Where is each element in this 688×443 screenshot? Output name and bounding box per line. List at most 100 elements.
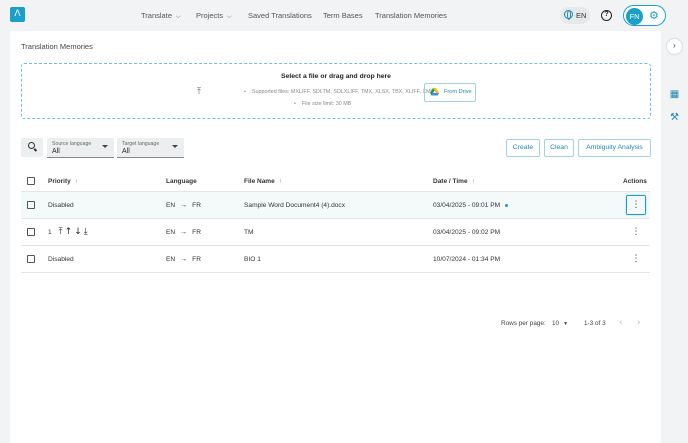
dropdown-arrow-icon (172, 145, 178, 148)
nav-translate[interactable]: Translate ⌵ (141, 0, 181, 31)
expand-panel-button[interactable]: › (667, 39, 682, 54)
row-checkbox[interactable] (27, 228, 35, 236)
move-down-icon[interactable]: ↓ (74, 227, 82, 237)
target-lang: FR (192, 201, 201, 209)
row-language: EN → FR (166, 246, 201, 272)
file-dropzone[interactable]: Select a file or drag and drop here ⤒ • S… (21, 63, 651, 119)
target-language-value: All (122, 148, 130, 155)
user-menu[interactable]: FN ⚙ (623, 5, 666, 26)
chevron-right-icon: › (673, 41, 676, 50)
row-file-name: Sample Word Document4 (4).docx (244, 201, 346, 209)
target-language-label: Target language (122, 141, 160, 147)
table-row[interactable]: Disabled EN → FR BIO 1 10/07/2024 - 01:34 … (21, 246, 650, 273)
app-logo-icon[interactable]: Λ (10, 7, 25, 22)
source-language-label: Source language (52, 141, 92, 147)
search-button[interactable] (21, 138, 43, 157)
table-header-row: Priority ↑ Language File Name ↑ Date / Tim… (21, 171, 650, 192)
arrow-right-icon: → (180, 255, 188, 263)
file-size-text: • File size limit: 30 MB (294, 101, 352, 107)
clean-button[interactable]: Clean (544, 139, 574, 157)
globe-icon (564, 10, 573, 20)
source-lang: EN (166, 228, 176, 236)
row-language: EN → FR (166, 219, 201, 245)
prev-page-icon[interactable]: ‹ (619, 318, 623, 328)
header-actions: Actions (623, 177, 647, 185)
source-language-select[interactable]: Source language All (47, 138, 114, 158)
row-date: 03/04/2025 - 09:01 PM (433, 192, 509, 218)
page-title: Translation Memories (21, 42, 93, 51)
table-row[interactable]: Disabled EN → FR Sample Word Document4 (4)… (21, 192, 650, 219)
row-language: EN → FR (166, 192, 201, 218)
sort-arrow-icon: ↑ (471, 177, 475, 185)
source-lang: EN (166, 201, 176, 209)
header-date-time-label: Date / Time (433, 177, 468, 185)
help-icon[interactable]: ? (601, 10, 612, 21)
create-button[interactable]: Create (506, 139, 540, 157)
row-file-name: BIO 1 (244, 255, 261, 263)
nav-projects-label: Projects (196, 11, 224, 20)
top-bar: Λ Translate ⌵ Projects ⌵ Saved Translation… (0, 0, 688, 31)
language-switcher[interactable]: EN (560, 7, 590, 24)
move-to-top-icon[interactable]: ⤒ (59, 227, 63, 237)
rows-per-page-select[interactable]: 10 ▼ (552, 320, 568, 327)
row-actions-menu-icon[interactable]: ⋮ (626, 222, 646, 242)
target-lang: FR (192, 228, 201, 236)
header-file-name-label: File Name (244, 177, 275, 185)
from-drive-label: From Drive (444, 89, 472, 95)
upload-icon: ⤒ (197, 87, 201, 97)
ambiguity-analysis-button[interactable]: Ambiguity Analysis (578, 139, 651, 157)
from-drive-button[interactable]: From Drive (424, 83, 476, 102)
translate-panel-icon[interactable]: ▦ (669, 89, 680, 100)
row-actions-menu-icon[interactable]: ⋮ (626, 249, 646, 269)
file-size-label: File size limit: 30 MB (301, 101, 352, 107)
rows-per-page-value: 10 (552, 320, 560, 327)
search-icon (28, 142, 35, 149)
table-row[interactable]: 1 ⤒ ↑ ↓ ⤓ EN → FR TM 03/04/2025 - 09:02 PM… (21, 219, 650, 246)
select-all-checkbox[interactable] (27, 177, 35, 185)
gear-icon[interactable]: ⚙ (649, 9, 659, 23)
header-file-name[interactable]: File Name ↑ (244, 171, 282, 191)
lab-flask-icon[interactable]: ⚒ (669, 112, 680, 123)
row-file-name: TM (244, 228, 254, 236)
header-priority[interactable]: Priority ↑ (48, 171, 78, 191)
row-actions-menu-icon[interactable]: ⋮ (626, 195, 646, 215)
supported-files-text: • Supported files: MXLIFF, SDLTM, SDLXLIF… (244, 89, 434, 95)
next-page-icon[interactable]: › (637, 318, 641, 328)
nav-translate-label: Translate (141, 11, 172, 20)
language-code: EN (576, 11, 587, 20)
nav-translation-memories[interactable]: Translation Memories (375, 0, 447, 31)
row-checkbox[interactable] (27, 255, 35, 263)
move-up-icon[interactable]: ↑ (65, 227, 73, 237)
sort-arrow-icon: ↑ (74, 177, 79, 185)
move-to-bottom-icon[interactable]: ⤓ (84, 227, 88, 237)
row-priority: Disabled (48, 201, 74, 209)
nav-saved-translations[interactable]: Saved Translations (248, 0, 312, 31)
arrow-right-icon: → (180, 201, 188, 209)
row-priority: Disabled (48, 255, 74, 263)
row-checkbox[interactable] (27, 201, 35, 209)
arrow-right-icon: → (180, 228, 188, 236)
source-language-value: All (52, 148, 60, 155)
chevron-down-icon: ⌵ (176, 14, 181, 20)
rows-per-page-label: Rows per page: (501, 320, 546, 327)
nav-term-bases[interactable]: Term Bases (323, 0, 363, 31)
avatar[interactable]: FN (626, 7, 643, 25)
header-priority-label: Priority (48, 177, 71, 185)
chevron-down-icon: ⌵ (227, 14, 232, 20)
row-date: 03/04/2025 - 09:02 PM (433, 228, 501, 236)
target-lang: FR (192, 255, 201, 263)
row-priority: 1 ⤒ ↑ ↓ ⤓ (48, 219, 88, 245)
supported-files-label: Supported files: MXLIFF, SDLTM, SDLXLIFF… (251, 89, 434, 95)
dropdown-arrow-icon (102, 145, 108, 148)
target-language-select[interactable]: Target language All (117, 138, 184, 158)
pagination-range: 1-3 of 3 (584, 320, 606, 327)
nav-projects[interactable]: Projects ⌵ (196, 0, 232, 31)
source-lang: EN (166, 255, 176, 263)
header-date-time[interactable]: Date / Time ↑ (433, 171, 475, 191)
main-card: Translation Memories Select a file or dr… (10, 31, 661, 443)
row-date: 10/07/2024 - 01:34 PM (433, 255, 501, 263)
status-dot-icon (505, 203, 509, 207)
dropzone-title: Select a file or drag and drop here (281, 73, 391, 80)
header-language: Language (166, 177, 197, 185)
dropdown-arrow-icon: ▼ (563, 321, 569, 327)
